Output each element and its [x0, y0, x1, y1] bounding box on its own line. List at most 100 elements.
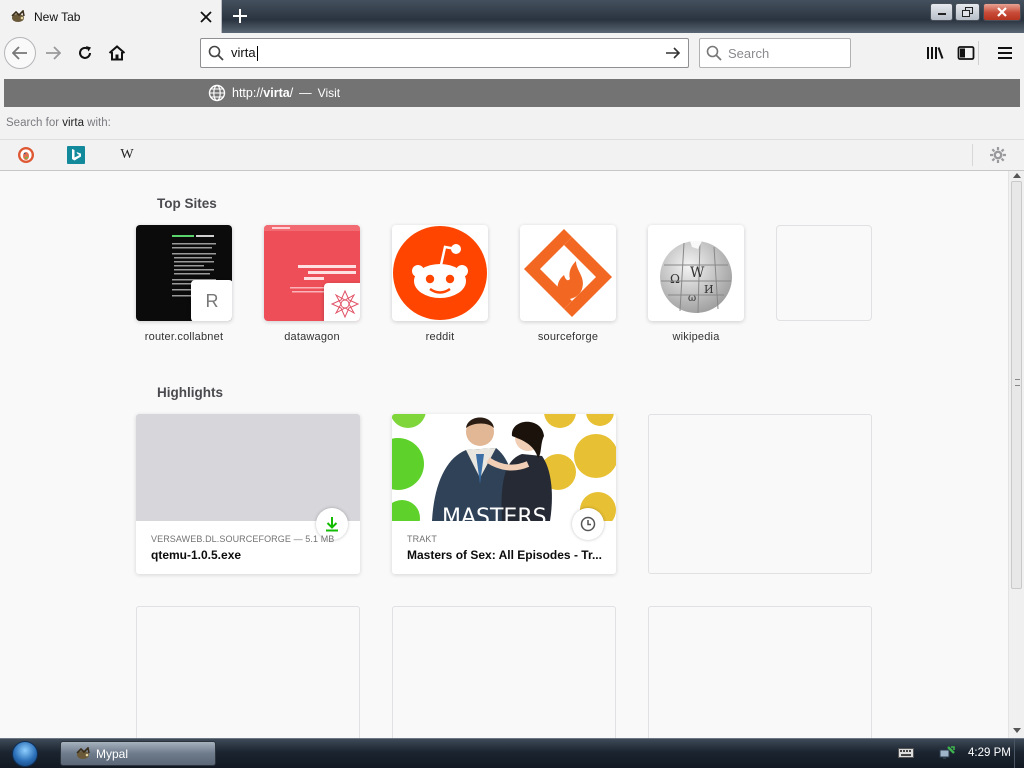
card-title: Masters of Sex: All Episodes - Tr...: [407, 548, 602, 562]
top-site-datawagon[interactable]: datawagon: [264, 225, 360, 343]
close-window-button[interactable]: [983, 3, 1021, 21]
clock-icon: [572, 508, 604, 540]
url-input[interactable]: virta: [231, 45, 658, 61]
keyboard-icon[interactable]: [898, 748, 914, 758]
top-site-label: wikipedia: [672, 331, 720, 343]
top-site-label: sourceforge: [537, 331, 599, 343]
search-placeholder: Search: [728, 45, 770, 61]
site-thumbnail: [520, 225, 616, 321]
title-bar: New Tab: [0, 0, 1024, 33]
top-sites-heading: Top Sites: [157, 196, 217, 211]
menu-button[interactable]: [990, 38, 1020, 68]
new-tab-page: Top Sites R router.collabnet datawagon r…: [0, 171, 1024, 746]
svg-text:W: W: [690, 265, 705, 281]
highlight-card-download[interactable]: VERSAWEB.DL.SOURCEFORGE — 5.1 MB qtemu-1…: [136, 414, 360, 574]
site-thumbnail: R: [136, 225, 232, 321]
sidebar-icon: [957, 46, 975, 60]
autocomplete-separator: —: [299, 86, 312, 100]
svg-text:Ω: Ω: [670, 272, 680, 286]
arrow-right-icon: [46, 46, 61, 60]
forward-button[interactable]: [38, 38, 68, 68]
hamburger-menu-icon: [998, 47, 1012, 59]
scroll-up-arrow-icon[interactable]: [1013, 173, 1021, 178]
autocomplete-url: http://virta/: [232, 86, 294, 100]
top-site-reddit[interactable]: reddit: [392, 225, 488, 343]
start-button[interactable]: [8, 740, 42, 768]
go-arrow-icon[interactable]: [658, 46, 688, 60]
network-icon[interactable]: [938, 746, 956, 762]
card-thumbnail: [136, 414, 360, 521]
back-button[interactable]: [4, 37, 36, 69]
reload-icon: [79, 46, 91, 59]
arrow-left-icon: [12, 46, 27, 60]
home-icon: [108, 45, 126, 61]
search-icon: [201, 45, 231, 61]
svg-text:ω: ω: [688, 293, 696, 304]
new-tab-button[interactable]: [226, 4, 254, 28]
system-clock[interactable]: 4:29 PM: [968, 747, 1011, 759]
navigation-toolbar: virta Search: [0, 33, 1024, 73]
top-site-label: datawagon: [284, 331, 340, 343]
globe-icon: [208, 84, 226, 102]
svg-text:И: И: [704, 283, 714, 296]
minimize-icon: [937, 13, 946, 15]
home-button[interactable]: [102, 38, 132, 68]
vertical-scrollbar[interactable]: [1008, 171, 1024, 738]
duckduckgo-icon[interactable]: [16, 145, 36, 165]
autocomplete-action: Visit: [317, 86, 341, 100]
plus-icon: [233, 9, 247, 23]
search-bar[interactable]: Search: [699, 38, 851, 68]
tab-new-tab[interactable]: New Tab: [0, 0, 222, 33]
top-site-label: reddit: [425, 331, 455, 343]
windows-taskbar: Mypal 4:29 PM: [0, 738, 1024, 768]
library-icon: [927, 47, 944, 59]
scrollbar-thumb[interactable]: [1011, 181, 1022, 589]
top-site-wikipedia[interactable]: Ω W И ω wikipedia: [648, 225, 744, 343]
wikipedia-icon[interactable]: W: [117, 145, 137, 165]
scrollbar-grip: [1015, 379, 1020, 386]
reddit-logo-icon: [393, 226, 487, 320]
taskbar-app-label: Mypal: [96, 746, 129, 761]
gear-icon[interactable]: [988, 145, 1008, 165]
sidebar-button[interactable]: [951, 38, 981, 68]
highlight-empty-slot: [392, 606, 616, 746]
library-button[interactable]: [920, 38, 950, 68]
top-site-router-collabnet[interactable]: R router.collabnet: [136, 225, 232, 343]
top-site-label: router.collabnet: [144, 331, 224, 343]
engine-separator: [972, 144, 973, 166]
close-tab-icon[interactable]: [195, 6, 217, 28]
taskbar-app-mypal[interactable]: Mypal: [60, 741, 216, 766]
restore-icon: [961, 7, 973, 17]
tab-title: New Tab: [34, 9, 81, 24]
card-source: VERSAWEB.DL.SOURCEFORGE — 5.1 MB: [151, 534, 335, 544]
reload-button[interactable]: [70, 38, 100, 68]
sourceforge-logo-icon: [524, 229, 612, 317]
toolbar-separator: [978, 41, 979, 65]
close-icon: [997, 7, 1007, 17]
card-thumbnail: MASTERS: [392, 414, 616, 521]
scroll-down-arrow-icon[interactable]: [1013, 728, 1021, 733]
site-thumbnail: [264, 225, 360, 321]
windows-logo-icon: [12, 741, 38, 767]
one-off-search-engines: W: [0, 139, 1024, 169]
site-thumbnail: Ω W И ω: [648, 225, 744, 321]
bing-icon[interactable]: [66, 145, 86, 165]
card-image-text: MASTERS: [442, 505, 547, 521]
masters-of-sex-image: MASTERS: [392, 414, 616, 521]
site-thumbnail: [392, 225, 488, 321]
url-autocomplete-popup: http://virta/ — Visit Search for virta w…: [0, 73, 1024, 171]
restore-button[interactable]: [955, 3, 980, 21]
card-title: qtemu-1.0.5.exe: [151, 548, 242, 562]
top-site-sourceforge[interactable]: sourceforge: [520, 225, 616, 343]
search-icon: [706, 45, 722, 61]
empty-tile: [776, 225, 872, 321]
highlight-card-trakt[interactable]: MASTERS TRAKT Masters of Sex: All Episod…: [392, 414, 616, 574]
show-desktop-button[interactable]: [1014, 739, 1024, 768]
highlight-empty-slot: [136, 606, 360, 746]
highlight-empty-slot: [648, 414, 872, 574]
highlight-empty-slot: [648, 606, 872, 746]
wikipedia-globe-icon: Ω W И ω: [660, 240, 732, 314]
minimize-button[interactable]: [930, 3, 953, 21]
autocomplete-visit-row[interactable]: http://virta/ — Visit: [4, 79, 1020, 107]
url-bar[interactable]: virta: [200, 38, 689, 68]
